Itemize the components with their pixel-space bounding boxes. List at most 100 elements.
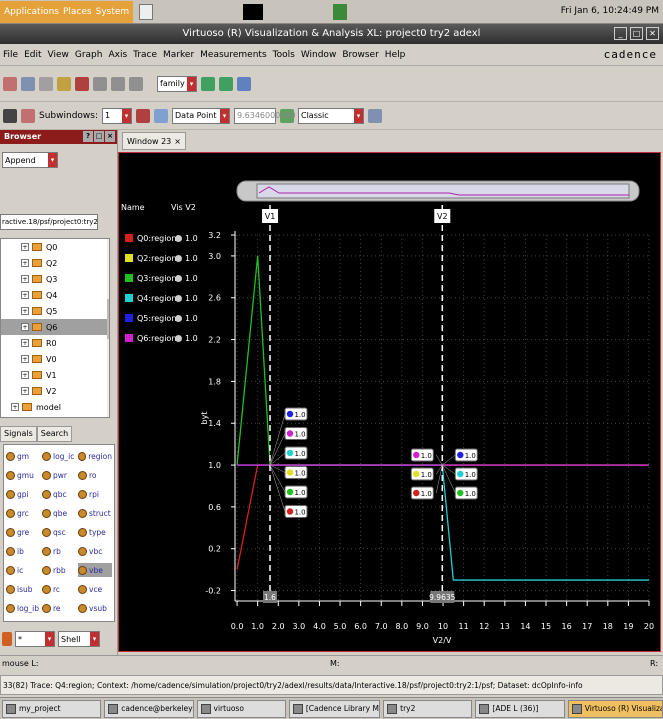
expand-icon[interactable]: + bbox=[21, 307, 29, 315]
minimize-button[interactable]: _ bbox=[614, 27, 627, 40]
taskbar-button[interactable]: virtuoso bbox=[196, 699, 286, 718]
signal-log_ic[interactable]: log_ic bbox=[42, 449, 76, 463]
signal-gpi[interactable]: gpi bbox=[6, 487, 40, 501]
tab-window-23[interactable]: Window 23 × bbox=[122, 132, 186, 150]
signal-vce[interactable]: vce bbox=[78, 582, 112, 596]
signal-rbb[interactable]: rbb bbox=[42, 563, 76, 577]
marker-icon[interactable] bbox=[154, 108, 168, 123]
help-icon[interactable]: ? bbox=[83, 131, 93, 142]
subwindows-combo[interactable]: 1 ▾ bbox=[102, 107, 132, 124]
tree-item-q0[interactable]: + Q0 bbox=[1, 239, 107, 255]
signal-rpi[interactable]: rpi bbox=[78, 487, 112, 501]
signal-gre[interactable]: gre bbox=[6, 525, 40, 539]
waveform-chart[interactable]: 0.0 1.0 2.0 3.0 4.0 5.0 6.0 7.0 8.0 9.0 10 11 12 13 14… bbox=[119, 153, 662, 653]
menu-tools[interactable]: Tools bbox=[273, 50, 295, 60]
float-icon[interactable]: □ bbox=[94, 131, 104, 142]
tree-item-r0[interactable]: + R0 bbox=[1, 335, 107, 351]
signal-vsub[interactable]: vsub bbox=[78, 601, 112, 615]
expand-icon[interactable]: + bbox=[21, 275, 29, 283]
tree-item-model[interactable]: + model bbox=[1, 399, 107, 415]
pointer-icon[interactable] bbox=[3, 108, 17, 123]
menu-measurements[interactable]: Measurements bbox=[200, 50, 266, 60]
tab-close-icon[interactable]: × bbox=[174, 137, 181, 146]
plot-window[interactable]: Name Vis V2 Q0:region 1.0 Q2:region 1.0 Q3:r… bbox=[118, 152, 661, 652]
tree-item-q4[interactable]: + Q4 bbox=[1, 287, 107, 303]
zoom-out-icon[interactable] bbox=[111, 76, 125, 91]
append-combo[interactable]: Append ▾ bbox=[2, 152, 58, 168]
shell-combo[interactable]: Shell ▾ bbox=[58, 631, 100, 647]
target-icon[interactable] bbox=[21, 108, 35, 123]
flag-icon[interactable] bbox=[136, 108, 150, 123]
taskbar-button[interactable]: try2 bbox=[383, 699, 473, 718]
signal-gm[interactable]: gm bbox=[6, 449, 40, 463]
delete-icon[interactable] bbox=[75, 76, 89, 91]
strip-chart-icon[interactable] bbox=[219, 76, 233, 91]
signal-type[interactable]: type bbox=[78, 525, 112, 539]
series-line-q4-region[interactable] bbox=[237, 464, 649, 581]
signal-rc[interactable]: rc bbox=[42, 582, 76, 596]
menu-trace[interactable]: Trace bbox=[133, 50, 157, 60]
expand-icon[interactable]: + bbox=[21, 339, 29, 347]
style-combo[interactable]: Classic ▾ bbox=[298, 107, 364, 124]
tab-signals[interactable]: Signals bbox=[0, 426, 37, 442]
signal-qbc[interactable]: qbc bbox=[42, 487, 76, 501]
menu-view[interactable]: View bbox=[48, 50, 69, 60]
signal-qsc[interactable]: qsc bbox=[42, 525, 76, 539]
taskbar-button[interactable]: my_project bbox=[2, 699, 102, 718]
menu-axis[interactable]: Axis bbox=[108, 50, 127, 60]
tree-item-v1[interactable]: + V1 bbox=[1, 367, 107, 383]
expand-icon[interactable]: + bbox=[21, 243, 29, 251]
taskbar-button[interactable]: [ADE L (36)] bbox=[475, 699, 565, 718]
expand-icon[interactable]: + bbox=[21, 371, 29, 379]
filter-field[interactable]: * ▾ bbox=[15, 631, 55, 647]
save-icon[interactable] bbox=[21, 76, 35, 91]
tree-item-q6[interactable]: + Q6 bbox=[1, 319, 107, 335]
signal-ro[interactable]: ro bbox=[78, 468, 112, 482]
expand-icon[interactable]: + bbox=[21, 387, 29, 395]
expand-icon[interactable]: + bbox=[21, 355, 29, 363]
signal-qbe[interactable]: qbe bbox=[42, 506, 76, 520]
terminal-launcher-icon[interactable] bbox=[243, 3, 264, 20]
signal-log_ib[interactable]: log_ib bbox=[6, 601, 40, 615]
results-path-field[interactable]: ractive.18/psf/project0:try2:1/psf bbox=[0, 214, 98, 230]
expand-icon[interactable]: + bbox=[21, 323, 29, 331]
taskbar-button[interactable]: cadence@berkeley: ... bbox=[104, 699, 194, 718]
signal-struct[interactable]: struct bbox=[78, 506, 112, 520]
tree-item-q2[interactable]: + Q2 bbox=[1, 255, 107, 271]
signal-ic[interactable]: ic bbox=[6, 563, 40, 577]
launcher-icon[interactable] bbox=[139, 3, 154, 20]
menu-graph[interactable]: Graph bbox=[75, 50, 103, 60]
signal-pwr[interactable]: pwr bbox=[42, 468, 76, 482]
graph-layout-icon[interactable] bbox=[201, 76, 215, 91]
zoom-fit-icon[interactable] bbox=[129, 76, 143, 91]
close-icon[interactable]: × bbox=[105, 131, 115, 142]
menu-browser[interactable]: Browser bbox=[342, 50, 378, 60]
marker-value-field[interactable]: 9.6346000000 bbox=[234, 107, 296, 124]
signal-vbe[interactable]: vbe bbox=[78, 563, 112, 577]
signal-vbc[interactable]: vbc bbox=[78, 544, 112, 558]
settings-icon[interactable] bbox=[368, 108, 382, 123]
overview-thumb[interactable] bbox=[256, 183, 630, 199]
tree-item-v2[interactable]: + V2 bbox=[1, 383, 107, 399]
signal-re[interactable]: re bbox=[42, 601, 76, 615]
signal-rb[interactable]: rb bbox=[42, 544, 76, 558]
undo-icon[interactable] bbox=[57, 76, 71, 91]
applications-menu[interactable]: Applications bbox=[4, 7, 59, 17]
places-menu[interactable]: Places bbox=[63, 7, 92, 17]
close-button[interactable]: ✕ bbox=[646, 27, 659, 40]
maximize-button[interactable]: □ bbox=[630, 27, 643, 40]
menu-help[interactable]: Help bbox=[385, 50, 406, 60]
marker-type-combo[interactable]: Data Point ▾ bbox=[172, 107, 230, 124]
filter-icon[interactable] bbox=[2, 632, 12, 646]
expand-icon[interactable]: + bbox=[21, 259, 29, 267]
signal-region[interactable]: region bbox=[78, 449, 112, 463]
tree-item-q5[interactable]: + Q5 bbox=[1, 303, 107, 319]
menu-file[interactable]: File bbox=[3, 50, 18, 60]
tab-search[interactable]: Search bbox=[36, 426, 73, 442]
signal-gmu[interactable]: gmu bbox=[6, 468, 40, 482]
signal-isub[interactable]: isub bbox=[6, 582, 40, 596]
table-icon[interactable] bbox=[237, 76, 251, 91]
menu-marker[interactable]: Marker bbox=[163, 50, 194, 60]
signal-ib[interactable]: ib bbox=[6, 544, 40, 558]
app-launcher-icon[interactable] bbox=[333, 3, 348, 20]
